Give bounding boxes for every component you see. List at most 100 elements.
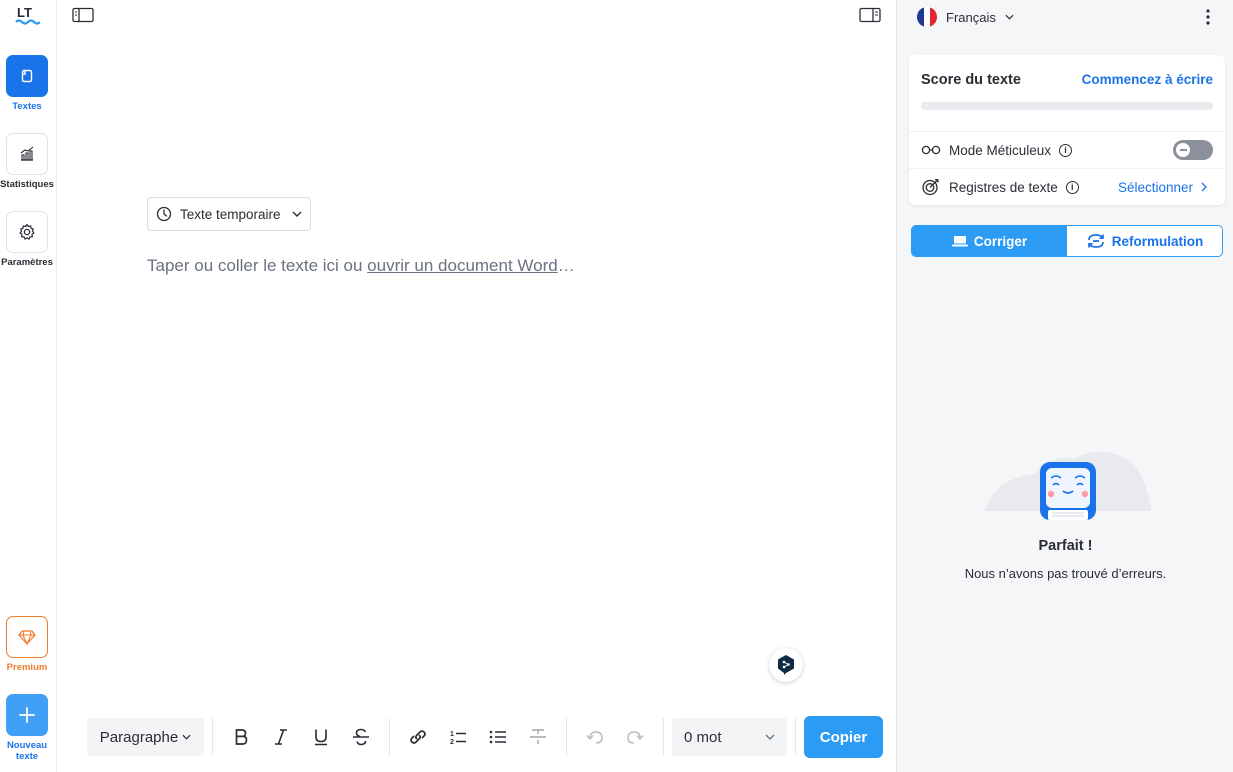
word-count-dropdown[interactable]: 0 mot xyxy=(672,718,787,756)
glasses-icon xyxy=(921,145,941,155)
redo-button[interactable] xyxy=(615,718,655,756)
new-text-label-line2: texte xyxy=(15,751,39,762)
text-registers-label: Registres de texte xyxy=(949,179,1058,195)
copy-button[interactable]: Copier xyxy=(804,716,883,758)
tab-rephrase-label: Reformulation xyxy=(1111,233,1204,249)
open-word-document-link[interactable]: ouvrir un document Word xyxy=(367,256,558,275)
deepl-button[interactable] xyxy=(769,648,803,682)
bullet-list-icon xyxy=(489,730,506,744)
undo-icon xyxy=(586,731,603,744)
placeholder-ellipsis: … xyxy=(557,256,575,275)
new-text-label-line1: Nouveau xyxy=(6,740,48,751)
france-flag-icon xyxy=(917,7,937,27)
new-text-button[interactable] xyxy=(6,694,48,736)
word-count-label: 0 mot xyxy=(684,728,722,746)
placeholder-text: Taper ou coller le texte ici ou xyxy=(147,256,368,275)
nav-statistics[interactable]: Statistiques xyxy=(0,133,54,190)
info-icon[interactable]: i xyxy=(1065,180,1079,194)
more-options-icon[interactable] xyxy=(1205,8,1211,26)
language-selector[interactable]: Français xyxy=(917,7,1014,27)
clock-icon xyxy=(156,206,172,222)
toolbar-divider xyxy=(212,718,213,756)
tab-rephrase[interactable]: Reformulation xyxy=(1067,226,1222,256)
tab-correct[interactable]: Corriger xyxy=(912,226,1067,256)
toggle-left-sidebar-icon[interactable] xyxy=(72,7,94,23)
texts-button[interactable] xyxy=(6,55,48,97)
deepl-icon xyxy=(778,655,794,675)
strikethrough-button[interactable] xyxy=(341,718,381,756)
document-icon xyxy=(21,69,33,83)
formatting-toolbar: Paragraphe 1 2 0 mot Copier xyxy=(87,716,883,758)
svg-text:1: 1 xyxy=(450,731,454,738)
bold-button[interactable] xyxy=(221,718,261,756)
paragraph-style-label: Paragraphe xyxy=(99,728,179,746)
chevron-down-icon xyxy=(765,734,775,740)
bullet-list-button[interactable] xyxy=(478,718,518,756)
toolbar-divider xyxy=(566,718,567,756)
info-icon[interactable]: i xyxy=(1059,143,1073,157)
svg-text:LT: LT xyxy=(17,5,32,20)
premium-button[interactable] xyxy=(6,616,48,658)
perfect-title: Parfait ! xyxy=(1038,538,1093,554)
paragraph-style-dropdown[interactable]: Paragraphe xyxy=(87,718,204,756)
editor-area[interactable]: Texte temporaire Taper ou coller le text… xyxy=(57,0,896,772)
redo-icon xyxy=(627,731,644,744)
chart-icon xyxy=(20,146,34,161)
score-card: Score du texte Commencez à écrire Mode M… xyxy=(909,55,1225,205)
toggle-knob xyxy=(1176,143,1190,157)
document-type-label: Texte temporaire xyxy=(180,206,281,222)
document-type-dropdown[interactable]: Texte temporaire xyxy=(147,197,311,231)
nav-settings[interactable]: Paramètres xyxy=(0,211,54,268)
underline-button[interactable] xyxy=(301,718,341,756)
statistics-label: Statistiques xyxy=(0,179,54,190)
settings-label: Paramètres xyxy=(1,257,53,268)
nav-new-text[interactable]: Nouveau texte xyxy=(0,694,54,762)
languagetool-logo[interactable]: LT xyxy=(14,4,40,26)
settings-button[interactable] xyxy=(6,211,48,253)
chevron-down-icon xyxy=(1005,14,1014,20)
italic-button[interactable] xyxy=(261,718,301,756)
strikethrough-icon xyxy=(353,728,369,746)
right-panel: Français Score du texte Commencez à écri… xyxy=(896,0,1233,772)
picky-mode-toggle[interactable] xyxy=(1173,140,1213,160)
premium-label: Premium xyxy=(6,662,48,673)
select-register-link[interactable]: Sélectionner xyxy=(1118,180,1207,195)
italic-icon xyxy=(275,729,287,745)
toggle-right-sidebar-icon[interactable] xyxy=(859,7,881,23)
undo-button[interactable] xyxy=(575,718,615,756)
diamond-icon xyxy=(18,630,36,645)
language-label: Français xyxy=(946,9,996,25)
text-registers-row: Registres de texte i Sélectionner xyxy=(909,168,1225,205)
chevron-down-icon xyxy=(182,734,191,740)
picky-mode-row: Mode Méticuleux i xyxy=(909,131,1225,168)
bold-icon xyxy=(235,729,248,745)
plus-icon xyxy=(19,707,35,723)
select-register-label: Sélectionner xyxy=(1117,179,1193,195)
nav-premium[interactable]: Premium xyxy=(0,616,54,673)
svg-text:2: 2 xyxy=(450,739,454,746)
link-button[interactable] xyxy=(398,718,438,756)
no-errors-message: Nous n’avons pas trouvé d’erreurs. xyxy=(964,566,1167,581)
mode-switcher: Corriger Reformulation xyxy=(911,225,1223,257)
ordered-list-button[interactable]: 1 2 xyxy=(438,718,478,756)
underline-icon xyxy=(315,729,327,746)
score-title: Score du texte xyxy=(921,72,1021,88)
link-icon xyxy=(410,730,426,744)
statistics-button[interactable] xyxy=(6,133,48,175)
score-progress-bar xyxy=(921,102,1213,110)
nav-texts[interactable]: Textes xyxy=(0,55,54,112)
ordered-list-icon: 1 2 xyxy=(450,731,466,746)
picky-mode-label: Mode Méticuleux xyxy=(949,142,1052,158)
editor-placeholder[interactable]: Taper ou coller le texte ici ou ouvrir u… xyxy=(147,256,575,276)
toolbar-divider xyxy=(795,718,796,756)
toolbar-divider xyxy=(389,718,390,756)
start-writing-link[interactable]: Commencez à écrire xyxy=(1082,72,1213,87)
clear-formatting-icon xyxy=(530,729,546,744)
laptop-icon xyxy=(951,236,968,247)
rephrase-icon xyxy=(1087,234,1104,248)
clear-formatting-button[interactable] xyxy=(518,718,558,756)
chevron-down-icon xyxy=(292,211,302,217)
toolbar-divider xyxy=(663,718,664,756)
gear-icon xyxy=(19,223,35,240)
target-icon xyxy=(922,178,939,196)
